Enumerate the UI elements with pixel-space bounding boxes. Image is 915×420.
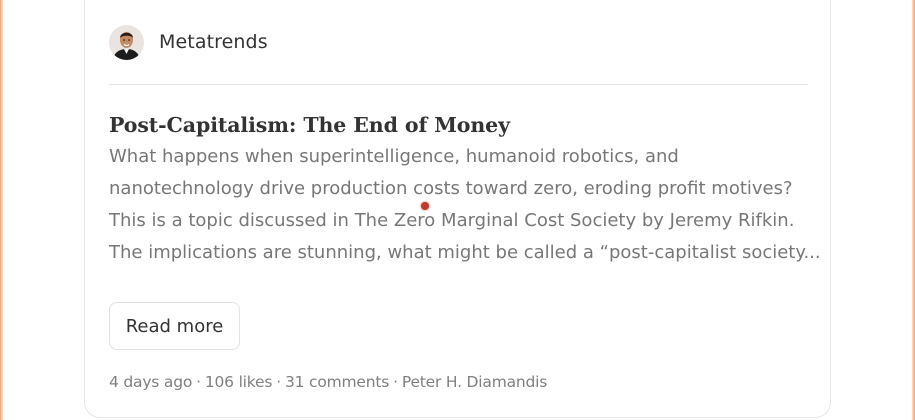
post-card[interactable]: Metatrends Post-Capitalism: The End of M…: [84, 0, 831, 418]
post-excerpt[interactable]: What happens when superintelligence, hum…: [109, 141, 821, 269]
meta-separator: ·: [393, 373, 398, 391]
read-more-button[interactable]: Read more: [109, 302, 240, 350]
author-portrait-icon: [109, 24, 144, 60]
publication-header[interactable]: Metatrends: [109, 24, 268, 60]
meta-separator: ·: [196, 373, 201, 391]
post-age: 4 days ago: [109, 373, 193, 391]
excerpt-line: The implications are stunning, what migh…: [109, 242, 821, 263]
header-divider: [109, 84, 808, 85]
post-author[interactable]: Peter H. Diamandis: [402, 373, 547, 391]
post-title[interactable]: Post-Capitalism: The End of Money: [109, 113, 510, 137]
excerpt-line: nanotechnology drive production costs to…: [109, 178, 793, 199]
post-likes: 106 likes: [204, 373, 273, 391]
publication-name[interactable]: Metatrends: [159, 31, 268, 53]
excerpt-line: What happens when superintelligence, hum…: [109, 146, 679, 167]
mouse-cursor-icon: [421, 202, 429, 210]
publication-avatar[interactable]: [109, 24, 144, 60]
post-meta: 4 days ago · 106 likes · 31 comments · Peter H…: [109, 373, 547, 391]
post-comments[interactable]: 31 comments: [285, 373, 389, 391]
meta-separator: ·: [276, 373, 281, 391]
excerpt-line: This is a topic discussed in The Zero Ma…: [109, 210, 795, 231]
window-frame-left: [0, 0, 3, 420]
